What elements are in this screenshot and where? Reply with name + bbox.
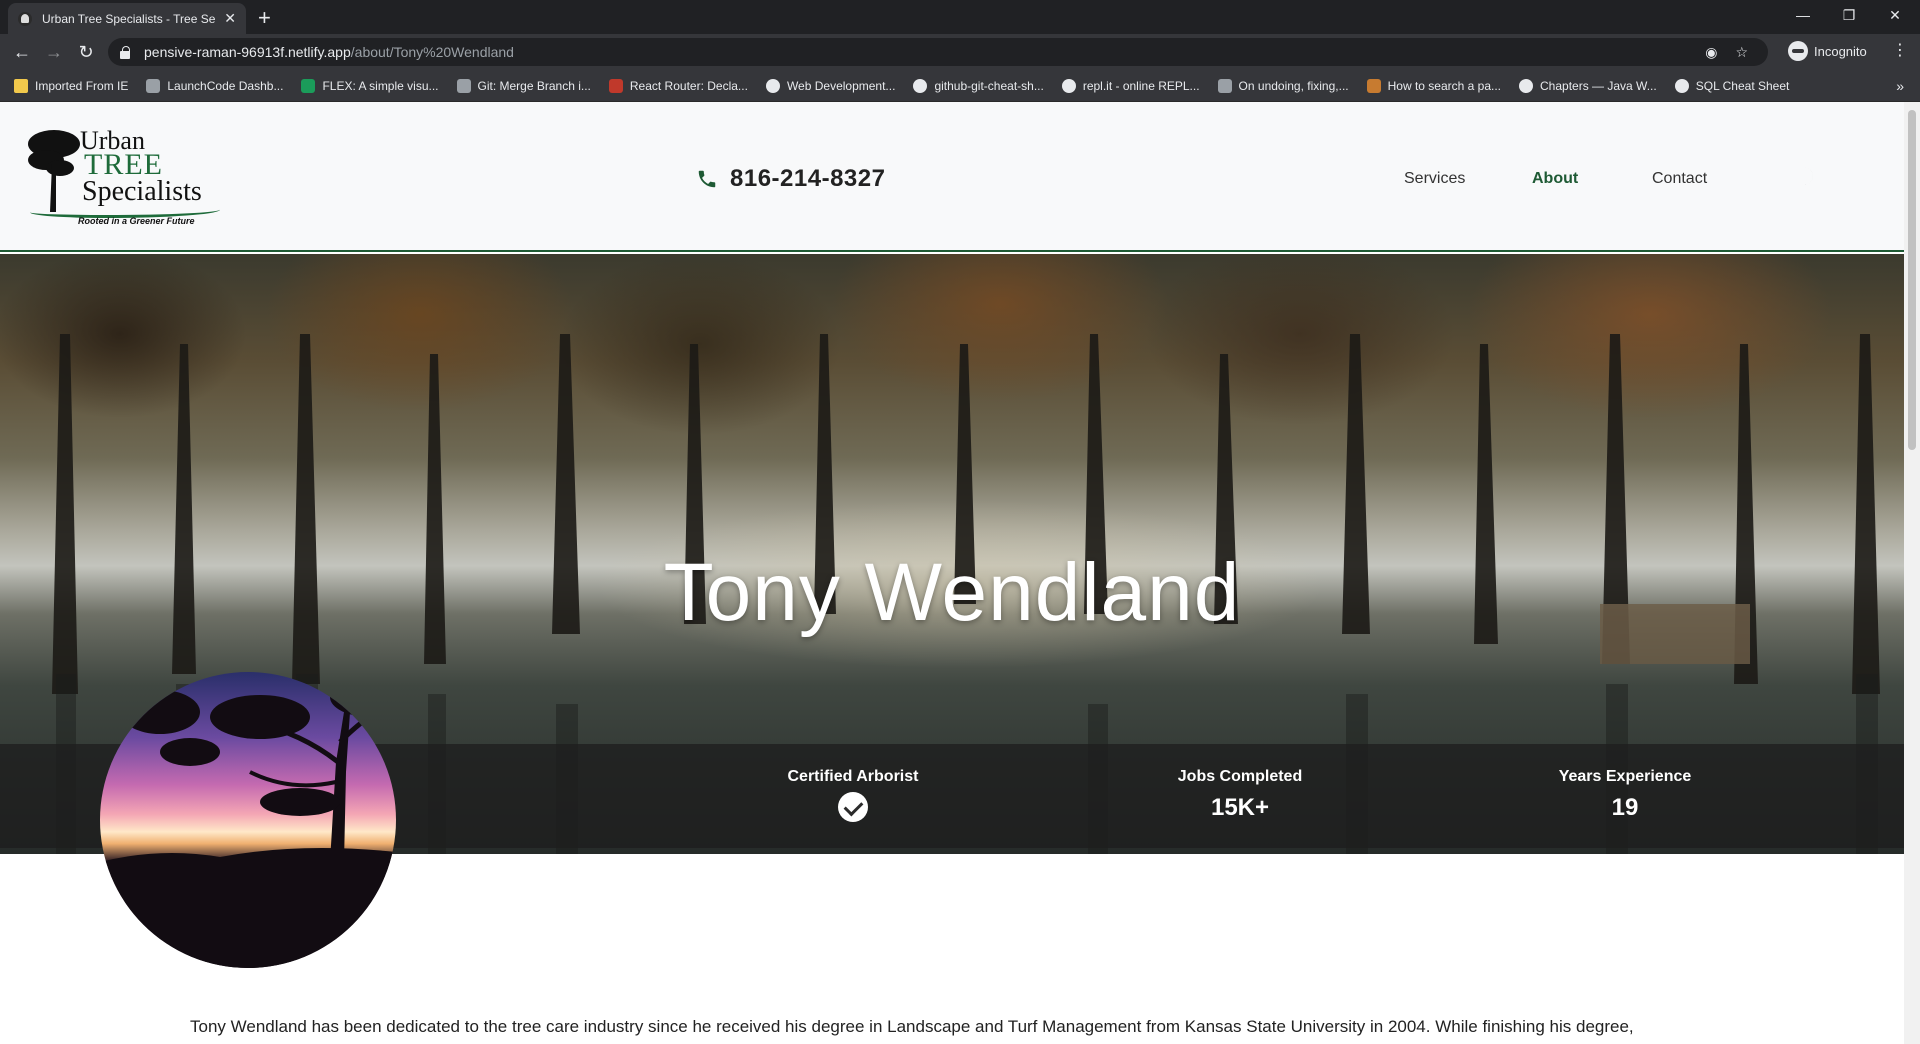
window-close-icon[interactable]: ✕ bbox=[1872, 0, 1918, 30]
bookmark-favicon-icon bbox=[1061, 78, 1076, 93]
profile-photo bbox=[100, 672, 396, 968]
bookmark-favicon-icon bbox=[146, 78, 161, 93]
tree-logo-icon bbox=[28, 130, 80, 212]
bio-paragraph: Tony Wendland has been dedicated to the … bbox=[190, 1017, 1634, 1036]
bookmark-label: LaunchCode Dashb... bbox=[167, 78, 284, 93]
bookmark-favicon-icon bbox=[1366, 78, 1381, 93]
restore-icon[interactable]: ❐ bbox=[1826, 0, 1872, 30]
new-tab-icon[interactable]: + bbox=[258, 5, 271, 31]
profile-button[interactable]: Incognito bbox=[1788, 41, 1867, 61]
hero-tree-trunks bbox=[52, 334, 1880, 694]
dark-mode-toggle-icon[interactable] bbox=[1792, 164, 1816, 188]
stat-years-label: Years Experience bbox=[1558, 768, 1692, 785]
bookmark-item[interactable]: On undoing, fixing,... bbox=[1217, 78, 1349, 93]
nav-services[interactable]: Services bbox=[1404, 170, 1465, 188]
tab-close-icon[interactable]: ✕ bbox=[224, 10, 236, 27]
minimize-icon[interactable]: — bbox=[1780, 0, 1826, 30]
bookmark-item[interactable]: LaunchCode Dashb... bbox=[146, 78, 284, 93]
bookmark-label: React Router: Decla... bbox=[629, 78, 748, 93]
stat-jobs-value: 15K+ bbox=[1210, 794, 1270, 821]
bookmark-item[interactable]: github-git-cheat-sh... bbox=[913, 78, 1044, 93]
page-scrollbar[interactable] bbox=[1904, 102, 1920, 1044]
browser-menu-icon[interactable]: ⋮ bbox=[1892, 40, 1908, 60]
phone-text: 816-214-8327 bbox=[730, 165, 886, 192]
bookmark-label: SQL Cheat Sheet bbox=[1695, 78, 1790, 93]
phone-icon bbox=[698, 170, 716, 188]
bookmark-item[interactable]: Web Development... bbox=[765, 78, 896, 93]
bookmark-favicon-icon bbox=[1674, 78, 1689, 93]
phone-number[interactable]: 816-214-8327 bbox=[696, 165, 885, 193]
stat-certified-label: Certified Arborist bbox=[787, 768, 919, 785]
stat-years-value: 19 bbox=[1611, 794, 1639, 821]
bookmarks-bar: Imported From IE LaunchCode Dashb... FLEX:… bbox=[0, 70, 1920, 102]
stat-jobs-label: Jobs Completed bbox=[1177, 768, 1303, 785]
bookmark-favicon-icon bbox=[456, 78, 471, 93]
bookmark-label: Chapters — Java W... bbox=[1540, 78, 1657, 93]
bookmarks-overflow-icon[interactable]: » bbox=[1896, 78, 1904, 94]
reload-icon[interactable]: ↻ bbox=[74, 40, 98, 64]
bookmark-item[interactable]: repl.it - online REPL... bbox=[1061, 78, 1200, 93]
bookmark-item[interactable]: React Router: Decla... bbox=[608, 78, 748, 93]
scrollbar-thumb[interactable] bbox=[1908, 110, 1916, 450]
bookmark-favicon-icon bbox=[765, 78, 780, 93]
site-header: Urban TREE Specialists Rooted in a Green… bbox=[0, 102, 1904, 252]
forward-icon[interactable]: → bbox=[42, 40, 66, 64]
page-title: Tony Wendland bbox=[663, 547, 1241, 638]
back-icon[interactable]: ← bbox=[10, 40, 34, 64]
logo-tagline: Rooted in a Greener Future bbox=[78, 216, 195, 226]
bookmark-item[interactable]: Git: Merge Branch i... bbox=[456, 78, 591, 93]
stat-jobs: Jobs Completed 15K+ bbox=[1120, 768, 1360, 822]
bookmark-favicon-icon bbox=[1519, 78, 1534, 93]
bookmark-item[interactable]: Imported From IE bbox=[14, 78, 129, 93]
bookmark-label: Git: Merge Branch i... bbox=[477, 78, 591, 93]
bookmark-label: repl.it - online REPL... bbox=[1082, 78, 1200, 93]
stat-certified: Certified Arborist bbox=[733, 768, 973, 822]
bookmark-label: On undoing, fixing,... bbox=[1238, 78, 1349, 93]
bookmark-label: How to search a pa... bbox=[1387, 78, 1502, 93]
bookmark-label: Imported From IE bbox=[35, 78, 129, 93]
bookmark-favicon-icon bbox=[1217, 78, 1232, 93]
sunset-tree-silhouette bbox=[100, 677, 396, 968]
url-host: pensive-raman-96913f.netlify.app bbox=[144, 44, 351, 60]
nav-about[interactable]: About bbox=[1532, 170, 1578, 188]
tracking-blocked-icon[interactable]: ◉ bbox=[1705, 44, 1717, 61]
bookmark-item[interactable]: SQL Cheat Sheet bbox=[1674, 78, 1790, 93]
browser-tab[interactable]: Urban Tree Specialists - Tree Serv ✕ bbox=[8, 3, 246, 34]
site-favicon-icon bbox=[18, 11, 32, 26]
tab-title: Urban Tree Specialists - Tree Serv bbox=[42, 11, 217, 26]
page-viewport: Urban TREE Specialists Rooted in a Green… bbox=[0, 102, 1904, 1044]
url-path: /about/Tony%20Wendland bbox=[350, 44, 514, 60]
bookmark-favicon-icon bbox=[913, 78, 928, 93]
lock-icon bbox=[120, 46, 130, 59]
bookmark-label: Web Development... bbox=[786, 78, 896, 93]
profile-label: Incognito bbox=[1814, 43, 1867, 59]
bookmark-item[interactable]: FLEX: A simple visu... bbox=[301, 78, 439, 93]
incognito-icon bbox=[1788, 41, 1808, 61]
checkmark-icon bbox=[838, 792, 868, 822]
bookmark-item[interactable]: Chapters — Java W... bbox=[1519, 78, 1657, 93]
bookmark-star-icon[interactable]: ☆ bbox=[1735, 44, 1748, 61]
stat-years: Years Experience 19 bbox=[1505, 768, 1745, 822]
address-bar[interactable]: pensive-raman-96913f.netlify.app/about/T… bbox=[108, 38, 1768, 66]
bookmark-item[interactable]: How to search a pa... bbox=[1366, 78, 1502, 93]
browser-tab-bar: Urban Tree Specialists - Tree Serv ✕ + —… bbox=[0, 0, 1920, 34]
folder-icon bbox=[14, 78, 28, 93]
bookmark-favicon-icon bbox=[301, 78, 316, 93]
browser-toolbar: ← → ↻ pensive-raman-96913f.netlify.app/a… bbox=[0, 34, 1920, 70]
nav-contact[interactable]: Contact bbox=[1652, 170, 1707, 188]
site-logo[interactable]: Urban TREE Specialists Rooted in a Green… bbox=[26, 124, 222, 228]
bookmark-favicon-icon bbox=[608, 78, 623, 93]
bookmark-label: github-git-cheat-sh... bbox=[934, 78, 1044, 93]
bookmark-label: FLEX: A simple visu... bbox=[322, 78, 439, 93]
